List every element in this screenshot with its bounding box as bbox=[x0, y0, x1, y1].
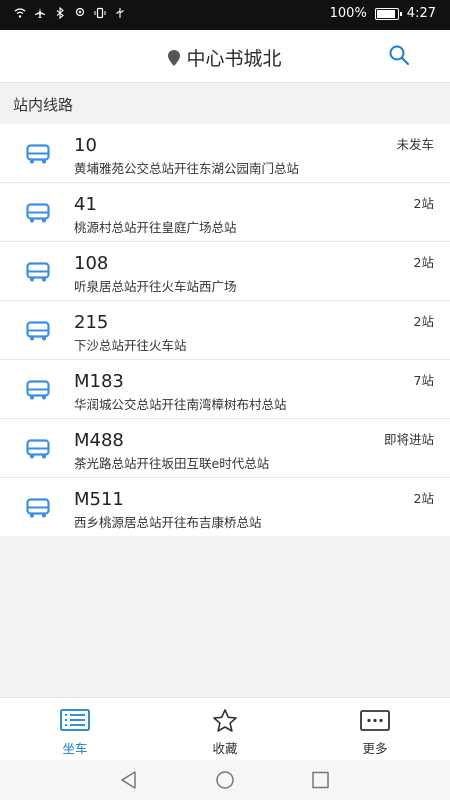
search-icon[interactable] bbox=[388, 44, 410, 66]
header-title-wrap: 中心书城北 bbox=[0, 44, 450, 71]
section-header: 站内线路 bbox=[0, 83, 450, 123]
tab-label: 收藏 bbox=[212, 741, 238, 756]
route-row[interactable]: 215 下沙总站开往火车站 2站 bbox=[0, 301, 450, 360]
usb-icon bbox=[116, 8, 124, 18]
bus-icon bbox=[26, 144, 50, 164]
bus-icon bbox=[26, 380, 50, 400]
clock: 4:27 bbox=[406, 6, 436, 21]
star-icon bbox=[213, 709, 237, 732]
battery-icon bbox=[374, 7, 402, 20]
route-description: 黄埔雅苑公交总站开往东湖公园南门总站 bbox=[74, 161, 300, 176]
more-icon bbox=[360, 710, 390, 731]
route-row[interactable]: M488 茶光路总站开往坂田互联e时代总站 即将进站 bbox=[0, 419, 450, 478]
status-icons-left bbox=[14, 7, 126, 19]
bus-icon bbox=[26, 203, 50, 223]
route-number: 108 bbox=[74, 253, 109, 274]
route-row[interactable]: 108 听泉居总站开往火车站西广场 2站 bbox=[0, 242, 450, 301]
route-status: 即将进站 bbox=[383, 432, 434, 447]
route-number: M511 bbox=[74, 489, 124, 510]
bus-icon bbox=[26, 498, 50, 518]
battery-percent: 100% bbox=[329, 6, 367, 21]
route-number: M183 bbox=[74, 371, 124, 392]
system-nav-bar bbox=[0, 760, 450, 800]
route-row[interactable]: 10 黄埔雅苑公交总站开往东湖公园南门总站 未发车 bbox=[0, 124, 450, 183]
tab-favorites[interactable]: 收藏 bbox=[185, 708, 265, 757]
section-title: 站内线路 bbox=[13, 96, 74, 114]
bottom-tab-bar: 坐车 收藏 更多 bbox=[0, 697, 450, 760]
location-pin-icon bbox=[168, 49, 181, 66]
route-status: 7站 bbox=[413, 373, 434, 388]
bus-icon bbox=[26, 321, 50, 341]
home-icon[interactable] bbox=[214, 770, 236, 790]
route-number: 41 bbox=[74, 194, 97, 215]
route-description: 下沙总站开往火车站 bbox=[74, 338, 187, 353]
tab-more[interactable]: 更多 bbox=[335, 708, 415, 757]
list-icon bbox=[60, 709, 90, 731]
route-description: 西乡桃源居总站开往布吉康桥总站 bbox=[74, 515, 262, 530]
back-icon[interactable] bbox=[118, 770, 140, 790]
recents-icon[interactable] bbox=[310, 770, 332, 790]
route-description: 华润城公交总站开往南湾樟树布村总站 bbox=[74, 397, 287, 412]
status-bar: 100% 4:27 bbox=[0, 0, 450, 30]
route-status: 2站 bbox=[413, 314, 434, 329]
vibrate-icon bbox=[94, 7, 106, 19]
airplane-icon bbox=[35, 8, 45, 18]
route-number: 10 bbox=[74, 135, 97, 156]
route-number: M488 bbox=[74, 430, 124, 451]
bus-icon bbox=[26, 262, 50, 282]
route-list: 10 黄埔雅苑公交总站开往东湖公园南门总站 未发车 41 桃源村总站开往皇庭广场… bbox=[0, 124, 450, 536]
route-description: 桃源村总站开往皇庭广场总站 bbox=[74, 220, 237, 235]
route-status: 2站 bbox=[413, 196, 434, 211]
route-status: 2站 bbox=[413, 491, 434, 506]
location-icon bbox=[75, 7, 85, 17]
route-number: 215 bbox=[74, 312, 109, 333]
header: 中心书城北 bbox=[0, 30, 450, 83]
tab-label: 更多 bbox=[362, 741, 388, 756]
route-status: 2站 bbox=[413, 255, 434, 270]
route-row[interactable]: M511 西乡桃源居总站开往布吉康桥总站 2站 bbox=[0, 478, 450, 536]
page-title: 中心书城北 bbox=[186, 48, 282, 70]
tab-label: 坐车 bbox=[62, 741, 88, 756]
route-description: 听泉居总站开往火车站西广场 bbox=[74, 279, 237, 294]
tab-ride[interactable]: 坐车 bbox=[35, 708, 115, 757]
route-description: 茶光路总站开往坂田互联e时代总站 bbox=[74, 456, 270, 471]
route-status: 未发车 bbox=[396, 137, 434, 152]
bluetooth-icon bbox=[56, 7, 64, 19]
wifi-icon bbox=[14, 8, 26, 18]
route-row[interactable]: 41 桃源村总站开往皇庭广场总站 2站 bbox=[0, 183, 450, 242]
bus-icon bbox=[26, 439, 50, 459]
status-icons-right: 100% 4:27 bbox=[330, 6, 436, 21]
route-row[interactable]: M183 华润城公交总站开往南湾樟树布村总站 7站 bbox=[0, 360, 450, 419]
